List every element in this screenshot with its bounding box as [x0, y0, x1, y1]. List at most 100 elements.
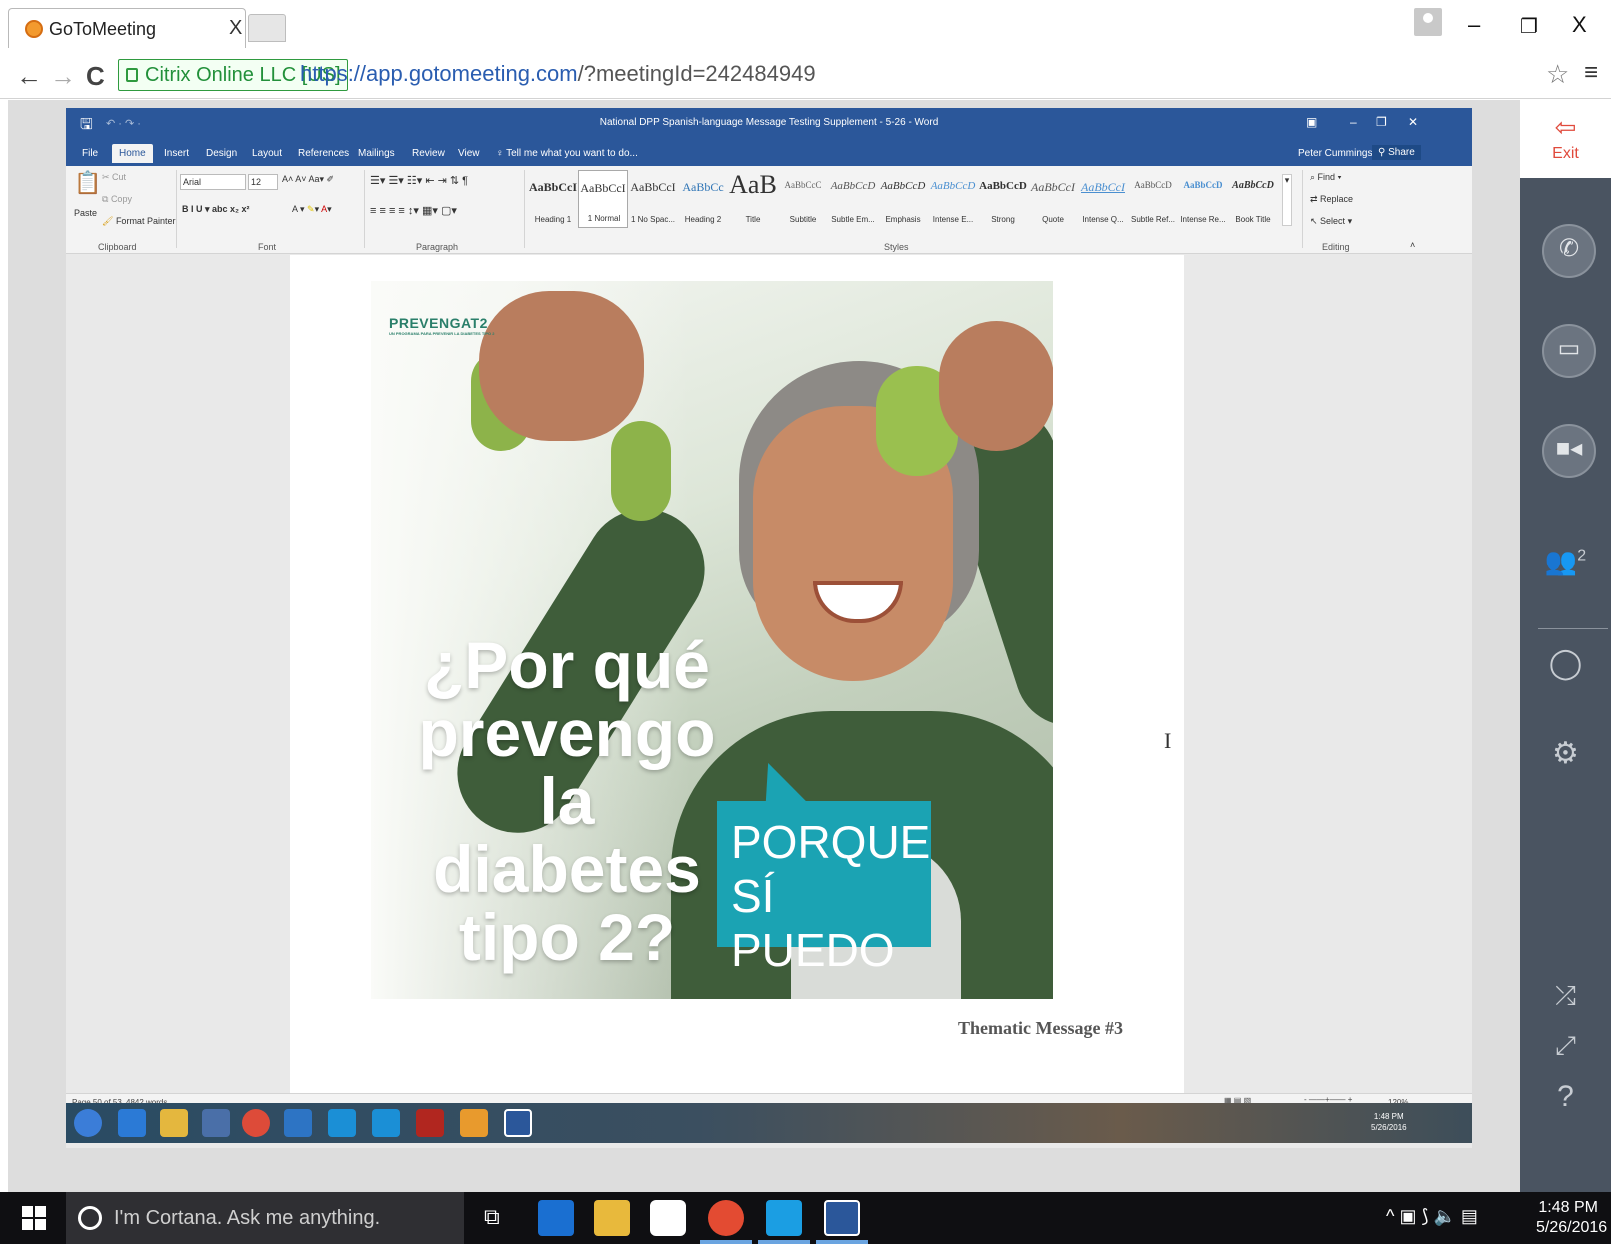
omnibox[interactable]: Citrix Online LLC [US] https://app.gotom… — [118, 57, 1538, 93]
tab-review[interactable]: Review — [412, 148, 445, 159]
cortana-ring-icon — [78, 1206, 102, 1230]
collapse-ribbon-icon[interactable]: ˄ — [1410, 240, 1415, 250]
browser-menu-icon[interactable]: ≡ — [1584, 59, 1598, 87]
find-button[interactable]: ⌕ Find ▾ — [1310, 172, 1341, 183]
url-text[interactable]: https://app.gotomeeting.com/?meetingId=2… — [300, 61, 816, 87]
browser-user-icon[interactable] — [1414, 8, 1442, 36]
edge-icon[interactable] — [538, 1200, 574, 1236]
select-button[interactable]: ↖ Select ▾ — [1310, 216, 1352, 227]
bold-italic-underline[interactable]: B I U ▾ abc x₂ x² — [182, 204, 250, 215]
tab-design[interactable]: Design — [206, 148, 237, 159]
account-name[interactable]: Peter Cummings — [1298, 148, 1372, 159]
file-explorer-icon[interactable] — [594, 1200, 630, 1236]
screen-share-button[interactable]: ▭ — [1542, 324, 1596, 378]
editing-group-label: Editing — [1322, 242, 1350, 252]
system-clock[interactable]: 1:48 PM 5/26/2016 — [1536, 1198, 1607, 1238]
text-effects-icon[interactable]: A ▾ ✎▾ A▾ — [292, 204, 332, 215]
back-arrow-icon[interactable]: ← — [16, 61, 42, 92]
task-view-icon[interactable]: ⧉ — [484, 1204, 500, 1230]
settings-button[interactable]: ⚙ — [1520, 736, 1611, 771]
font-name-select[interactable]: Arial — [180, 174, 246, 190]
style-intense-quote[interactable]: AaBbCcI Intense Q... — [1078, 170, 1128, 228]
tab-gotomeeting[interactable]: GoToMeeting X — [8, 8, 246, 48]
style-quote[interactable]: AaBbCcI Quote — [1028, 170, 1078, 228]
reload-icon[interactable]: C — [86, 61, 105, 92]
copy-button[interactable]: ⧉ Copy — [102, 194, 132, 205]
webcam-button[interactable]: ■◂ — [1542, 424, 1596, 478]
tab-file[interactable]: File — [82, 148, 98, 159]
system-tray[interactable]: ^ ▣ ⟆ 🔈 ▤ — [1386, 1206, 1478, 1227]
font-size-select[interactable]: 12 — [248, 174, 278, 190]
style-name: Subtle Ref... — [1130, 215, 1176, 224]
list-controls[interactable]: ☰▾ ☰▾ ☷▾ ⇤ ⇥ ⇅ ¶ — [370, 174, 468, 187]
alignment-controls[interactable]: ≡ ≡ ≡ ≡ ↕▾ ▦▾ ▢▾ — [370, 204, 457, 217]
tab-home[interactable]: Home — [112, 144, 153, 163]
remote-media-icon[interactable] — [202, 1109, 230, 1137]
style-intense-emphasis[interactable]: AaBbCcD Intense E... — [928, 170, 978, 228]
word-restore-button[interactable]: ❐ — [1376, 115, 1387, 129]
font-size-controls[interactable]: A˄ A˅ Aa▾ ✐ — [282, 174, 334, 185]
fullscreen-button[interactable]: ⤢ — [1520, 1030, 1611, 1062]
share-button[interactable]: ⚲ Share — [1372, 145, 1421, 160]
styles-scroll-icon[interactable]: ▾ — [1282, 174, 1292, 226]
start-button[interactable] — [22, 1206, 46, 1230]
remote-acrobat-icon[interactable] — [416, 1109, 444, 1137]
store-icon[interactable] — [650, 1200, 686, 1236]
style-heading2[interactable]: AaBbCc Heading 2 — [678, 170, 728, 228]
style-intense-reference[interactable]: AaBbCcD Intense Re... — [1178, 170, 1228, 228]
remote-gotomeeting-icon[interactable] — [460, 1109, 488, 1137]
shuffle-button[interactable]: ⤮ — [1520, 980, 1611, 1012]
tab-close-button[interactable]: X — [229, 17, 242, 40]
remote-skype-business-icon[interactable] — [372, 1109, 400, 1137]
style-title[interactable]: AaB Title — [728, 170, 778, 228]
chrome-icon[interactable] — [708, 1200, 744, 1236]
word-close-button[interactable]: ✕ — [1408, 115, 1418, 129]
phone-button[interactable]: ✆ — [1542, 224, 1596, 278]
style-strong[interactable]: AaBbCcD Strong — [978, 170, 1028, 228]
format-painter-button[interactable]: 🖌 Format Painter — [102, 216, 175, 227]
style-emphasis[interactable]: AaBbCcD Emphasis — [878, 170, 928, 228]
style-subtitle[interactable]: AaBbCcC Subtitle — [778, 170, 828, 228]
tab-mailings[interactable]: Mailings — [358, 148, 395, 159]
remote-start-icon[interactable] — [74, 1109, 102, 1137]
document-page[interactable]: PREVENGAT2 UN PROGRAMA PARA PREVENIR LA D… — [290, 255, 1184, 1093]
paste-icon[interactable]: 📋 — [74, 170, 101, 196]
tab-insert[interactable]: Insert — [164, 148, 189, 159]
remote-outlook-icon[interactable] — [284, 1109, 312, 1137]
tab-view[interactable]: View — [458, 148, 480, 159]
window-minimize-button[interactable]: – — [1468, 12, 1480, 38]
remote-ie-icon[interactable] — [118, 1109, 146, 1137]
cut-button[interactable]: ✂ Cut — [102, 172, 126, 183]
ribbon-display-icon[interactable]: ▣ — [1306, 115, 1317, 129]
style-normal[interactable]: AaBbCcI 1 Normal — [578, 170, 628, 228]
word-minimize-button[interactable]: – — [1350, 115, 1357, 129]
new-tab-button[interactable] — [248, 14, 286, 42]
replace-button[interactable]: ⇄ Replace — [1310, 194, 1353, 205]
remote-word-icon[interactable] — [504, 1109, 532, 1137]
exit-button[interactable]: ⇦ Exit — [1520, 100, 1611, 178]
cortana-search-box[interactable]: I'm Cortana. Ask me anything. — [66, 1192, 464, 1244]
forward-arrow-icon[interactable]: → — [50, 61, 76, 92]
window-close-button[interactable]: X — [1572, 12, 1587, 38]
word-icon[interactable] — [824, 1200, 860, 1236]
remote-skype-icon[interactable] — [328, 1109, 356, 1137]
chat-button[interactable]: ◯ — [1520, 646, 1611, 681]
remote-explorer-icon[interactable] — [160, 1109, 188, 1137]
style-no-spacing[interactable]: AaBbCcI 1 No Spac... — [628, 170, 678, 228]
tab-layout[interactable]: Layout — [252, 148, 282, 159]
style-subtle-reference[interactable]: AaBbCcD Subtle Ref... — [1128, 170, 1178, 228]
tell-me-search[interactable]: ♀ Tell me what you want to do... — [496, 148, 638, 159]
help-button[interactable]: ? — [1520, 1080, 1611, 1114]
exit-door-icon: ⇦ — [1554, 112, 1577, 142]
style-subtle-emphasis[interactable]: AaBbCcD Subtle Em... — [828, 170, 878, 228]
paste-button[interactable]: Paste — [74, 208, 97, 218]
window-restore-button[interactable]: ❐ — [1520, 14, 1538, 39]
attendees-button[interactable]: 👥2 — [1520, 546, 1611, 577]
remote-chrome-icon[interactable] — [242, 1109, 270, 1137]
bookmark-star-icon[interactable]: ☆ — [1546, 59, 1569, 90]
document-area[interactable]: PREVENGAT2 UN PROGRAMA PARA PREVENIR LA D… — [66, 255, 1472, 1093]
skype-icon[interactable] — [766, 1200, 802, 1236]
tab-references[interactable]: References — [298, 148, 349, 159]
style-book-title[interactable]: AaBbCcD Book Title — [1228, 170, 1278, 228]
style-heading1[interactable]: AaBbCcI Heading 1 — [528, 170, 578, 228]
